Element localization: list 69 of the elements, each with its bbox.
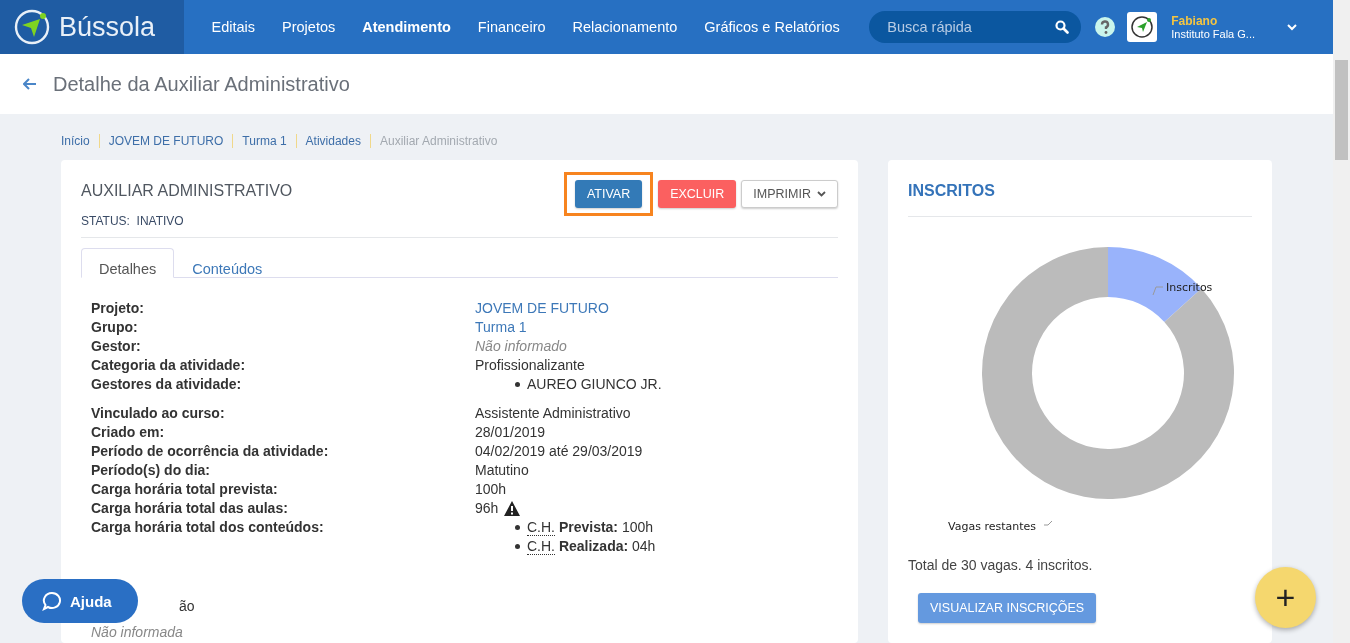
detail-value: 04/02/2019 até 29/03/2019 [475,443,643,459]
description-value: Não informada [91,624,183,640]
user-organization: Instituto Fala G... [1171,28,1256,40]
warning-icon [504,500,521,516]
action-button[interactable]: IMPRIMIR [741,180,838,208]
detail-label: Categoria da atividade: [91,356,247,374]
nav-link[interactable]: Projetos [268,19,349,35]
detail-label: Carga horária total prevista: [91,480,279,498]
nav-link[interactable]: Atendimento [348,19,465,35]
nav-link[interactable]: Relacionamento [559,19,691,35]
avatar[interactable] [1127,12,1158,42]
detail-value: C.H. Prevista: 100h [527,518,654,537]
search-icon [1055,20,1070,34]
page-title: Detalhe da Auxiliar Administrativo [53,72,350,96]
breadcrumb-link[interactable]: Início [61,133,99,148]
breadcrumb-link[interactable]: JOVEM DE FUTURO [98,133,233,148]
enrollment-summary: Total de 30 vagas. 4 inscritos. [908,557,1094,573]
detail-link[interactable]: JOVEM DE FUTURO [475,300,609,316]
detail-label: Projeto: [91,299,145,317]
tab[interactable]: Conteúdos [174,248,281,278]
detail-label: Grupo: [91,318,139,336]
detail-value: Matutino [475,462,529,478]
compass-icon [1130,15,1155,39]
breadcrumb-link[interactable]: Atividades [295,133,370,148]
detail-label: Criado em: [91,423,166,441]
detail-label: Carga horária total das aulas: [91,499,289,517]
app-name: Bússola [59,11,156,43]
detail-label: Período de ocorrência da atividade: [91,442,330,460]
leader-line [1152,286,1164,296]
search-input[interactable]: Busca rápida [885,18,1056,36]
chat-bubble-icon [42,591,62,611]
detail-value: AUREO GIUNCO JR. [527,375,662,394]
back-arrow-icon[interactable] [23,78,37,90]
detail-value: Não informado [475,338,567,354]
detail-value: 100h [475,481,507,497]
action-button[interactable]: EXCLUIR [658,180,737,208]
slice-label: Vagas restantes [948,520,1036,533]
nav-link[interactable]: Editais [198,19,269,35]
scrollbar[interactable] [1333,0,1350,643]
compass-logo-icon [13,8,51,46]
view-enrollments-button[interactable]: VISUALIZAR INSCRIÇÕES [918,593,1097,623]
detail-label: Gestor: [91,337,142,355]
help-icon[interactable] [1095,17,1116,37]
detail-value: 28/01/2019 [475,424,546,440]
detail-label: Vinculado ao curso: [91,404,226,422]
detail-value: C.H. Realizada: 04h [527,537,656,556]
detail-label: Período(s) do dia: [91,461,211,479]
slice-label: Inscritos [1166,281,1213,294]
nav-link[interactable]: Gráficos e Relatórios [690,19,854,35]
status-text: STATUS: INATIVO [81,214,185,228]
breadcrumb-link[interactable]: Turma 1 [232,133,296,148]
detail-value: Assistente Administrativo [475,405,631,421]
activity-title: AUXILIAR ADMINISTRATIVO [81,182,293,200]
user-name: Fabiano [1171,14,1219,28]
description-label: ão [179,598,195,614]
card-title: INSCRITOS [908,182,1252,217]
nav-link[interactable]: Financeiro [464,19,560,35]
action-button[interactable]: ATIVAR [574,180,643,208]
detail-label: Gestores da atividade: [91,375,243,394]
help-button[interactable]: Ajuda [22,579,138,623]
detail-link[interactable]: Turma 1 [475,319,527,335]
tab[interactable]: Detalhes [81,248,175,278]
caret-icon [817,191,826,197]
chevron-down-icon[interactable] [1287,23,1298,31]
leader-line [1043,520,1053,526]
detail-value: 96h [475,499,499,517]
detail-label: Carga horária total dos conteúdos: [91,518,325,537]
detail-value: Profissionalizante [475,357,585,373]
search-field[interactable]: Busca rápida [869,11,1082,43]
